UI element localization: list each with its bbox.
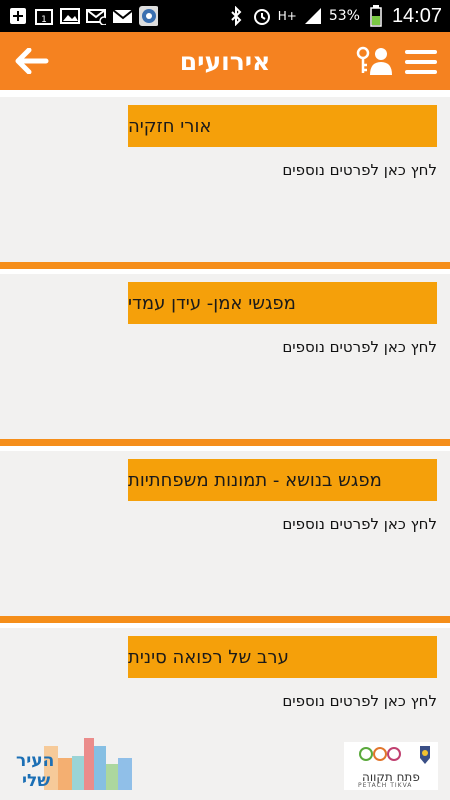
divider [0,262,450,269]
event-card[interactable]: ערב של רפואה סינית לחץ כאן לפרטים נוספים [0,623,450,732]
image-icon [60,6,80,26]
event-more-link[interactable]: לחץ כאן לפרטים נוספים [282,161,437,179]
alarm-icon [252,6,272,26]
mail-icon [86,6,106,26]
battery-percent: 53% [328,8,360,24]
network-type: H+ [277,9,297,23]
status-left-icons: 1 [0,6,158,26]
my-city-logo[interactable]: העיר שלי [14,736,138,796]
svg-text:1: 1 [41,15,47,25]
petach-tikva-logo[interactable]: פתח תקווה PETACH TIKVA [344,742,438,790]
add-icon [8,6,28,26]
event-title[interactable]: אורי חזקיה [128,105,437,147]
signal-icon [303,6,323,26]
hamburger-icon [405,50,437,74]
camera-icon [138,6,158,26]
petach-tikva-logo-subtext: PETACH TIKVA [358,782,413,789]
event-more-link[interactable]: לחץ כאן לפרטים נוספים [282,338,437,356]
user-key-button[interactable] [354,44,394,78]
event-card[interactable]: מפגשי אמן- עידן עמדי לחץ כאן לפרטים נוספ… [0,269,450,439]
footer: העיר שלי פתח תקווה PETACH TIKVA [0,732,450,800]
app-bar: אירועים [0,32,450,90]
event-more-link[interactable]: לחץ כאן לפרטים נוספים [282,692,437,710]
event-title[interactable]: מפגש בנושא - תמונות משפחתיות [128,459,437,501]
my-city-logo-line1: העיר [16,751,54,771]
bluetooth-icon [226,6,246,26]
arrow-left-icon [15,48,49,74]
event-more-link[interactable]: לחץ כאן לפרטים נוספים [282,515,437,533]
user-key-icon [356,46,392,75]
calendar-icon: 1 [34,6,54,26]
divider [0,616,450,623]
event-title[interactable]: ערב של רפואה סינית [128,636,437,678]
events-list: אורי חזקיה לחץ כאן לפרטים נוספים מפגשי א… [0,92,450,732]
divider [0,439,450,446]
event-card[interactable]: אורי חזקיה לחץ כאן לפרטים נוספים [0,92,450,262]
gmail-icon [112,6,132,26]
battery-icon [366,5,386,27]
my-city-logo-line2: שלי [22,771,50,791]
event-card[interactable]: מפגש בנושא - תמונות משפחתיות לחץ כאן לפר… [0,446,450,616]
back-button[interactable] [12,44,52,78]
clock-time: 14:07 [391,4,442,27]
status-bar: 1 H+ 53% 14:07 [0,0,450,32]
status-right: H+ 53% 14:07 [226,5,450,28]
menu-button[interactable] [404,48,438,76]
event-title[interactable]: מפגשי אמן- עידן עמדי [128,282,437,324]
